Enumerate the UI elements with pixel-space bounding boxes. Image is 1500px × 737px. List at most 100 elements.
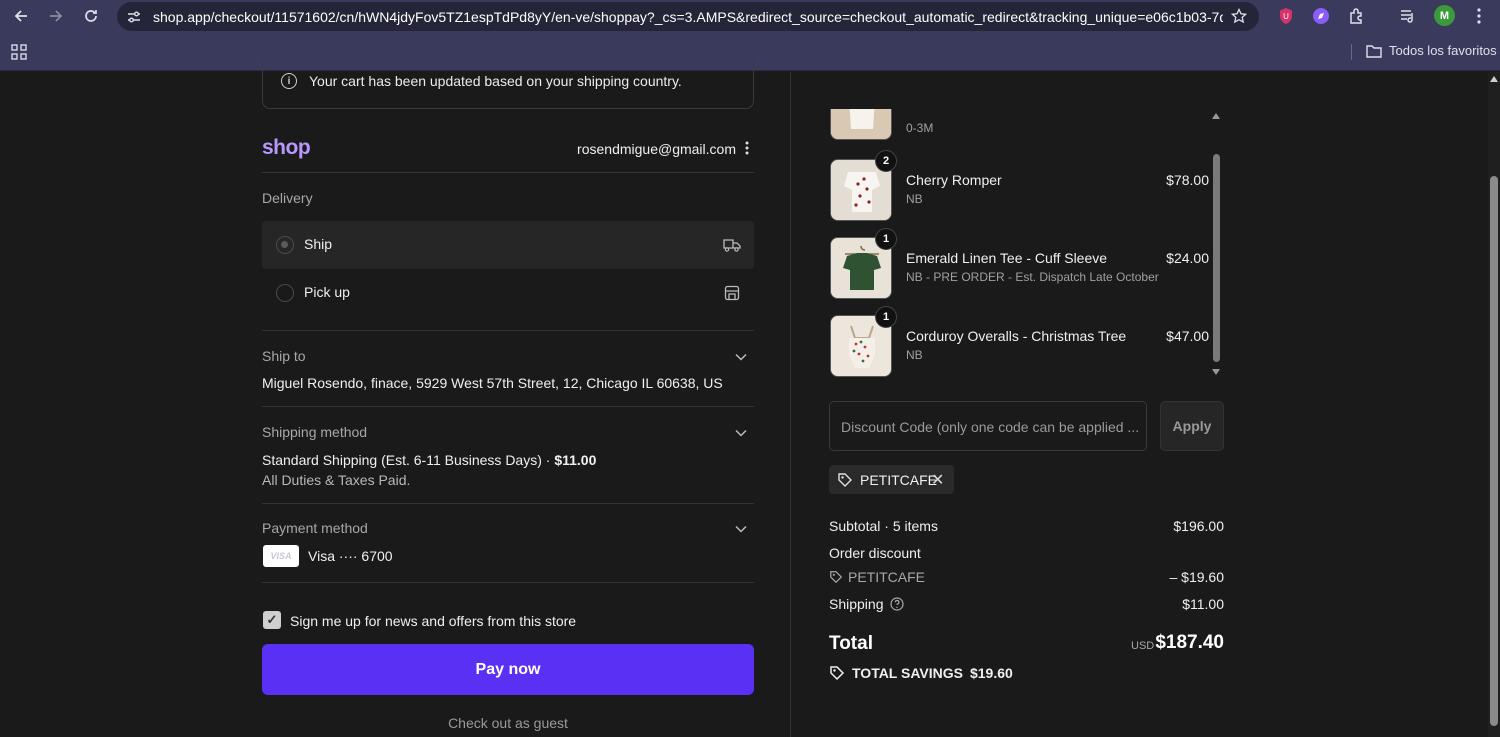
- media-queue-icon[interactable]: [1398, 6, 1418, 26]
- applied-code-label: PETITCAFE: [860, 472, 938, 488]
- shipping-method-chevron-down-icon[interactable]: [734, 426, 748, 440]
- payment-method-chevron-down-icon[interactable]: [734, 522, 748, 536]
- truck-icon: [722, 235, 742, 255]
- item-name: Corduroy Overalls - Christmas Tree: [906, 328, 1127, 344]
- scroll-up-arrow-icon[interactable]: [1211, 112, 1221, 120]
- tag-icon: [830, 666, 845, 681]
- page-scroll-up-arrow-icon[interactable]: [1490, 76, 1498, 82]
- applied-discount-chip: PETITCAFE ✕: [829, 465, 954, 494]
- browser-menu-icon[interactable]: [1469, 6, 1489, 26]
- item-price: $78.00: [1166, 172, 1209, 188]
- divider: [262, 330, 754, 331]
- column-divider: [790, 72, 791, 737]
- notice-text: Your cart has been updated based on your…: [309, 73, 682, 89]
- cart-updated-notice: i Your cart has been updated based on yo…: [262, 59, 754, 109]
- product-thumbnail: [830, 109, 892, 140]
- order-discount-value: – $19.60: [1169, 569, 1225, 585]
- ship-to-label: Ship to: [262, 348, 306, 364]
- compass-extension-icon[interactable]: [1311, 6, 1331, 26]
- pay-now-button[interactable]: Pay now: [262, 644, 754, 695]
- store-icon: [722, 283, 742, 303]
- cart-list-scroll-thumb[interactable]: [1213, 154, 1220, 362]
- delivery-option-ship[interactable]: Ship: [262, 221, 754, 269]
- total-savings-label: TOTAL SAVINGS: [852, 665, 963, 681]
- ship-option-label: Ship: [304, 236, 333, 252]
- cart-item: 1 Corduroy Overalls - Christmas Tree NB …: [829, 306, 1209, 379]
- shipping-method-name: Standard Shipping (Est. 6-11 Business Da…: [262, 452, 555, 468]
- browser-toolbar: shop.app/checkout/11571602/cn/hWN4jdyFov…: [0, 0, 1500, 33]
- account-menu-icon[interactable]: [741, 141, 753, 157]
- discount-code-field[interactable]: Discount Code (only one code can be appl…: [829, 401, 1147, 451]
- checkout-as-guest-link[interactable]: Check out as guest: [262, 715, 754, 731]
- discount-code-placeholder[interactable]: Discount Code (only one code can be appl…: [841, 419, 1141, 435]
- back-arrow-icon[interactable]: [9, 5, 33, 27]
- page-scrollbar[interactable]: [1488, 72, 1500, 737]
- item-price: $24.00: [1166, 250, 1209, 266]
- shield-extension-icon[interactable]: U: [1276, 6, 1296, 26]
- pickup-option-label: Pick up: [304, 284, 350, 300]
- forward-arrow-icon[interactable]: [44, 5, 68, 27]
- tag-icon: [830, 571, 843, 584]
- item-price: $47.00: [1166, 328, 1209, 344]
- subtotal-value: $196.00: [1173, 518, 1224, 534]
- all-bookmarks-folder[interactable]: Todos los favoritos: [1366, 43, 1497, 58]
- delivery-option-pickup[interactable]: Pick up: [262, 269, 754, 317]
- folder-icon: [1366, 44, 1382, 58]
- reload-icon[interactable]: [79, 5, 103, 27]
- delivery-label: Delivery: [262, 190, 313, 206]
- item-name: Cherry Romper: [906, 172, 1002, 188]
- card-number: Visa ···· 6700: [308, 548, 393, 564]
- item-name: Emerald Linen Tee - Cuff Sleeve: [906, 250, 1108, 266]
- ship-to-chevron-down-icon[interactable]: [734, 350, 748, 364]
- info-icon: i: [281, 73, 297, 89]
- page-scroll-thumb[interactable]: [1490, 176, 1498, 726]
- bookmark-star-icon[interactable]: [1230, 7, 1248, 27]
- help-circle-icon[interactable]: [889, 597, 904, 611]
- shipping-method-price: $11.00: [554, 452, 597, 468]
- quantity-badge: 2: [875, 150, 897, 172]
- shipping-method-value: Standard Shipping (Est. 6-11 Business Da…: [262, 452, 596, 468]
- total-label: Total: [829, 633, 873, 654]
- newsletter-label[interactable]: Sign me up for news and offers from this…: [290, 613, 576, 629]
- svg-text:U: U: [1283, 12, 1289, 21]
- tag-icon: [837, 472, 853, 491]
- subtotal-label: Subtotal · 5 items: [829, 518, 938, 534]
- ship-radio[interactable]: [276, 236, 294, 254]
- item-variant: 0-3M: [906, 121, 934, 135]
- divider: [262, 406, 754, 407]
- bookmarks-separator: [1351, 44, 1352, 60]
- apps-grid-icon[interactable]: [11, 44, 27, 63]
- address-bar[interactable]: shop.app/checkout/11571602/cn/hWN4jdyFov…: [117, 2, 1259, 31]
- cart-list-scrollbar[interactable]: [1210, 110, 1222, 380]
- site-settings-icon[interactable]: [126, 9, 142, 28]
- divider: [262, 172, 754, 173]
- total-amount: $187.40: [1155, 632, 1224, 653]
- newsletter-checkbox[interactable]: ✓: [263, 611, 281, 629]
- profile-avatar[interactable]: M: [1434, 5, 1455, 26]
- shipping-method-note: All Duties & Taxes Paid.: [262, 472, 411, 488]
- shipping-summary-label: Shipping: [829, 596, 884, 612]
- remove-code-close-icon[interactable]: ✕: [931, 470, 944, 490]
- apply-discount-button[interactable]: Apply: [1160, 401, 1224, 451]
- scroll-down-arrow-icon[interactable]: [1211, 368, 1221, 376]
- shop-logo: shop: [262, 136, 311, 159]
- shipping-summary: Shipping: [829, 596, 904, 612]
- order-discount-code: PETITCAFE: [829, 569, 925, 585]
- pickup-radio[interactable]: [276, 284, 294, 302]
- ship-to-address: Miguel Rosendo, finace, 5929 West 57th S…: [262, 375, 723, 391]
- cart-items-list[interactable]: 0-3M 2 Cherry Romper NB $78.00 1 Emerald…: [829, 109, 1225, 381]
- all-bookmarks-label[interactable]: Todos los favoritos: [1389, 43, 1497, 58]
- order-discount-label: Order discount: [829, 545, 921, 561]
- cart-item: 2 Cherry Romper NB $78.00: [829, 150, 1209, 223]
- payment-method-label: Payment method: [262, 520, 368, 536]
- item-variant: NB - PRE ORDER - Est. Dispatch Late Octo…: [906, 270, 1159, 284]
- extensions-puzzle-icon[interactable]: [1347, 6, 1367, 26]
- account-email: rosendmigue@gmail.com: [577, 141, 736, 157]
- divider: [262, 503, 754, 504]
- url-text[interactable]: shop.app/checkout/11571602/cn/hWN4jdyFov…: [153, 9, 1223, 25]
- item-variant: NB: [906, 348, 923, 362]
- total-savings-value: $19.60: [969, 665, 1013, 681]
- total-currency: USD: [1131, 640, 1155, 652]
- total-savings: TOTAL SAVINGS $19.60: [829, 665, 1013, 681]
- item-variant: NB: [906, 192, 923, 206]
